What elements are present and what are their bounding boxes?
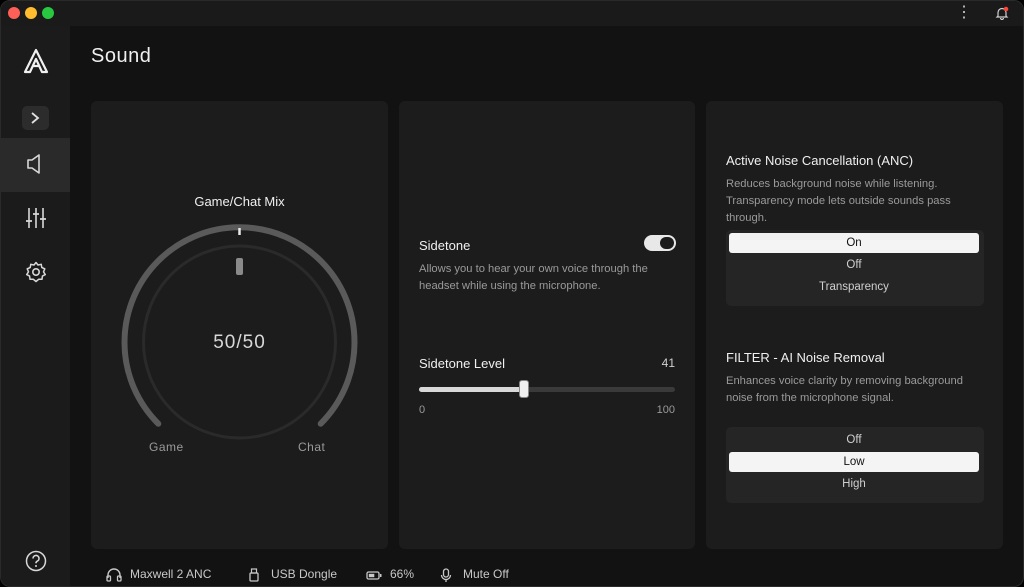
sidetone-card: Sidetone Allows you to hear your own voi… xyxy=(399,101,695,549)
status-bar: Maxwell 2 ANC USB Dongle 66% Mute Off xyxy=(70,561,1023,586)
mix-title: Game/Chat Mix xyxy=(194,194,285,209)
expand-sidebar-button[interactable] xyxy=(22,106,49,130)
status-battery-label: 66% xyxy=(390,567,415,581)
sidetone-title: Sidetone xyxy=(419,238,471,253)
filter-mode-selector: Off Low High xyxy=(726,427,984,503)
sidetone-level-value: 41 xyxy=(661,356,675,370)
sidetone-level-slider[interactable] xyxy=(419,380,675,398)
notification-bell-icon[interactable] xyxy=(995,6,1009,20)
filter-description: Enhances voice clarity by removing backg… xyxy=(726,375,963,404)
filter-title: FILTER - AI Noise Removal xyxy=(726,350,885,365)
chevron-right-icon xyxy=(31,112,40,124)
slider-thumb[interactable] xyxy=(518,380,529,398)
slider-max-label: 100 xyxy=(656,404,675,416)
noise-settings-card: Active Noise Cancellation (ANC) Reduces … xyxy=(706,101,1003,549)
anc-mode-selector: On Off Transparency xyxy=(726,230,984,306)
sidetone-level-title: Sidetone Level xyxy=(419,356,506,371)
status-connection-label: USB Dongle xyxy=(271,567,338,581)
sidebar-item-sound[interactable] xyxy=(1,138,70,192)
mix-value: 50/50 xyxy=(213,332,266,353)
mix-chat-label: Chat xyxy=(298,440,326,454)
slider-fill xyxy=(419,387,524,392)
sidetone-toggle[interactable] xyxy=(644,235,676,251)
more-options-icon[interactable]: ⋮ xyxy=(956,4,972,22)
dial-indicator xyxy=(236,258,243,275)
title-bar: ⋮ xyxy=(1,1,1023,26)
anc-title: Active Noise Cancellation (ANC) xyxy=(726,153,914,168)
help-icon[interactable] xyxy=(25,550,47,572)
game-chat-mix-card: Game/Chat Mix 50/50 Game Chat xyxy=(91,101,388,549)
status-mute-label: Mute Off xyxy=(463,567,509,581)
speaker-icon xyxy=(27,154,40,174)
usb-dongle-icon xyxy=(249,568,259,582)
anc-description: Reduces background noise while listening… xyxy=(726,178,951,224)
sidetone-description: Allows you to hear your own voice throug… xyxy=(419,263,648,292)
brand-logo-icon xyxy=(23,48,49,74)
anc-option-off[interactable]: Off xyxy=(729,255,979,275)
sidebar xyxy=(1,26,70,586)
status-device-label: Maxwell 2 ANC xyxy=(130,567,212,581)
sliders-icon xyxy=(26,208,46,228)
anc-option-transparency[interactable]: Transparency xyxy=(729,277,979,297)
slider-min-label: 0 xyxy=(419,404,426,416)
gear-icon xyxy=(25,261,47,283)
headphones-icon xyxy=(106,568,122,582)
maximize-window-button[interactable] xyxy=(42,7,54,19)
mix-game-label: Game xyxy=(149,440,184,454)
sidebar-item-equalizer[interactable] xyxy=(1,192,70,246)
battery-icon xyxy=(366,571,382,580)
toggle-knob xyxy=(660,237,674,249)
minimize-window-button[interactable] xyxy=(25,7,37,19)
sidebar-item-settings[interactable] xyxy=(1,246,70,300)
close-window-button[interactable] xyxy=(8,7,20,19)
page-title: Sound xyxy=(91,45,152,67)
filter-option-off[interactable]: Off xyxy=(729,430,979,450)
app-window: ⋮ Sound Game/Chat Mix 50/50 Game Chat Si… xyxy=(0,0,1024,587)
filter-option-high[interactable]: High xyxy=(729,474,979,494)
microphone-icon xyxy=(440,568,452,582)
anc-option-on[interactable]: On xyxy=(729,233,979,253)
filter-option-low[interactable]: Low xyxy=(729,452,979,472)
